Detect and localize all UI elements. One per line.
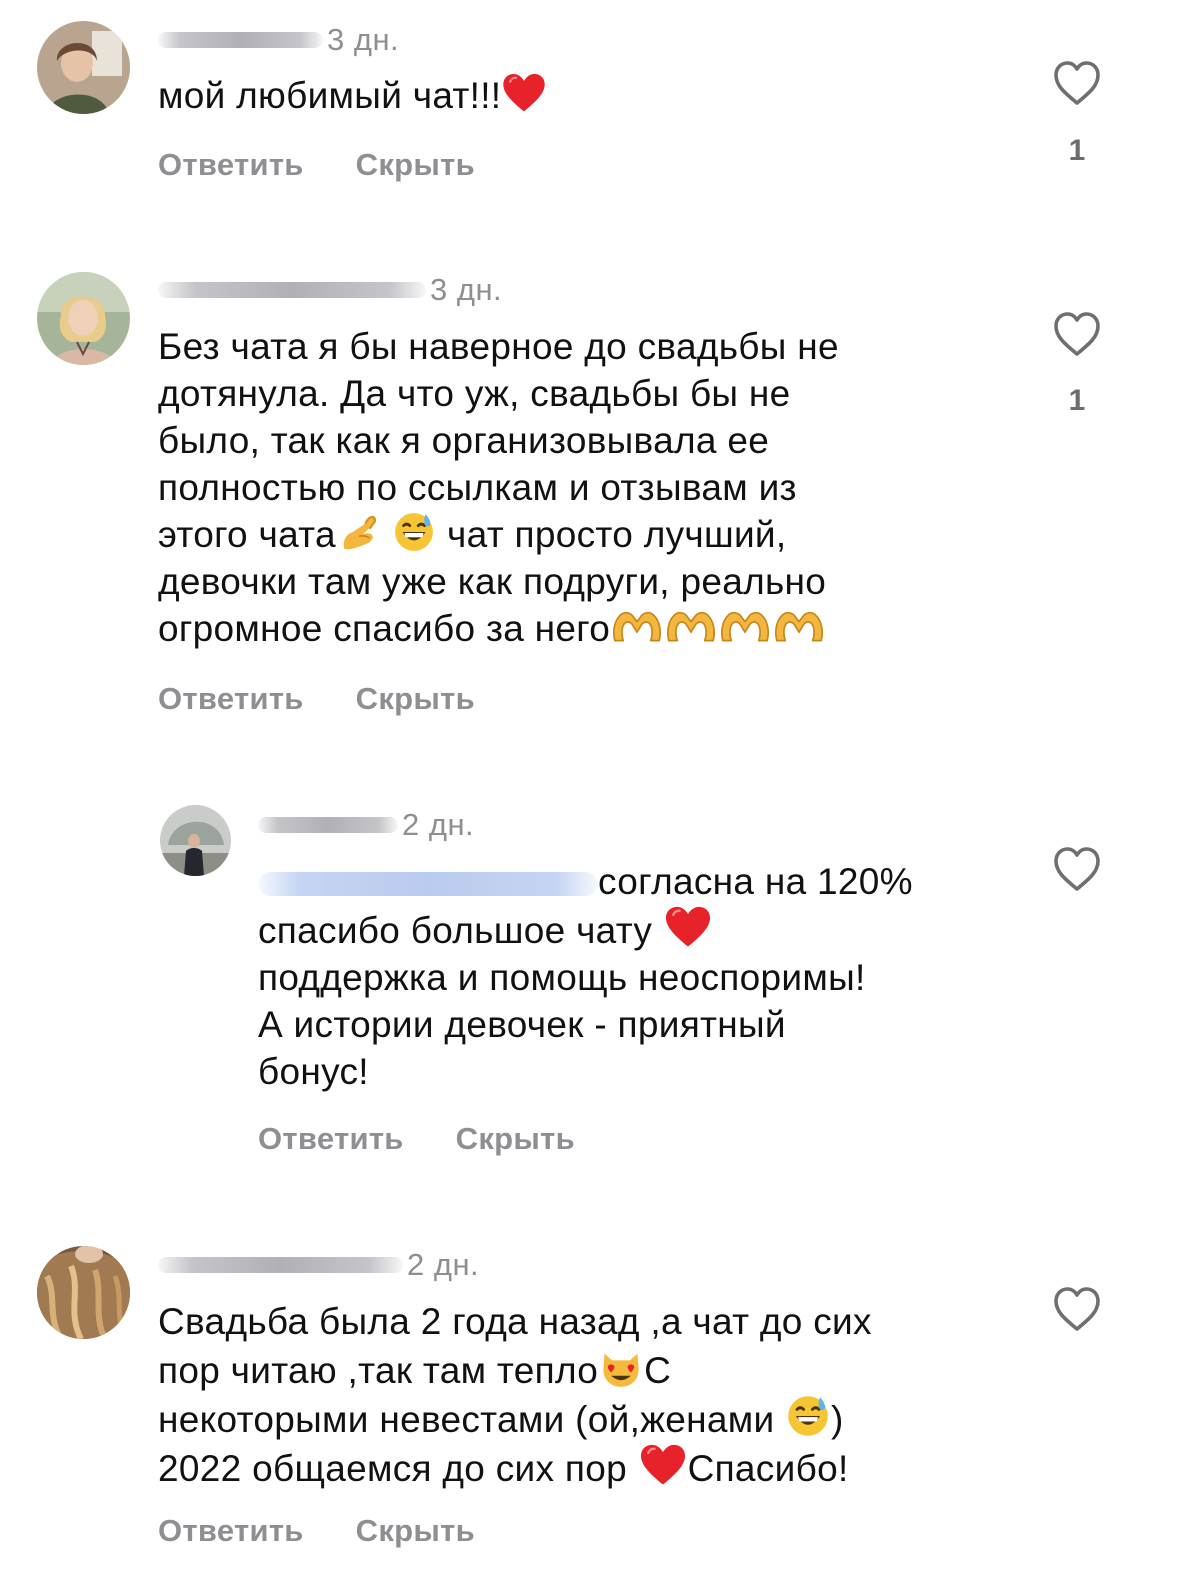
comment-text: мой любимый чат!!!	[158, 72, 547, 119]
comment-text-line: Без чата я бы наверное до свадьбы не	[158, 326, 839, 367]
heart-hands-icon	[664, 609, 718, 647]
comment-actions: Ответить Скрыть	[258, 1121, 575, 1157]
like-heart-icon[interactable]	[1052, 1285, 1102, 1333]
like-heart-icon[interactable]	[1052, 845, 1102, 893]
comment-text-part: пор читаю ,так там тепло	[158, 1350, 599, 1391]
heart-hands-icon	[718, 609, 772, 647]
avatar-photo	[160, 805, 231, 876]
comment-meta: 3 дн.	[158, 270, 502, 310]
comment-text-line: Свадьба была 2 года назад ,а чат до сих	[158, 1301, 872, 1342]
comment-text-part: чат просто лучший,	[436, 514, 787, 555]
comment-meta: 2 дн.	[258, 805, 474, 845]
comment-text-line: полностью по ссылкам и отзывам из	[158, 467, 797, 508]
comment-text: Без чата я бы наверное до свадьбы не дот…	[158, 323, 839, 652]
hide-button[interactable]: Скрыть	[356, 1513, 475, 1549]
avatar[interactable]	[37, 272, 130, 365]
comment-meta: 3 дн.	[158, 20, 399, 60]
red-heart-icon	[663, 905, 713, 949]
comment-text-part: Спасибо!	[687, 1448, 849, 1489]
red-heart-icon	[638, 1443, 688, 1487]
comment-text-part: этого чата	[158, 514, 336, 555]
comment-text-line: мой любимый чат!!!	[158, 75, 502, 116]
comment-text-line: согласна на 120%	[258, 858, 913, 905]
like-count: 1	[1068, 134, 1086, 167]
avatar-photo	[37, 21, 130, 114]
timestamp: 3 дн.	[327, 22, 400, 57]
comment-text-part: С	[644, 1350, 672, 1391]
like-heart-icon[interactable]	[1052, 59, 1102, 107]
comment-text-line: дотянула. Да что уж, свадьбы бы не	[158, 373, 791, 414]
grinning-sweat-icon	[785, 1394, 831, 1438]
comment-text-line: спасибо большое чату	[258, 905, 913, 954]
heart-hands-icon	[610, 609, 664, 647]
comment-text: Свадьба была 2 года назад ,а чат до сих …	[158, 1298, 872, 1492]
hide-button[interactable]: Скрыть	[456, 1121, 575, 1157]
comment-text-line: 2022 общаемся до сих пор Спасибо!	[158, 1443, 872, 1492]
comment-text-line: было, так как я организовывала ее	[158, 420, 770, 461]
grinning-sweat-icon	[392, 511, 436, 553]
avatar-photo	[37, 1246, 130, 1339]
comment-text-line: некоторыми невестами (ой,женами )	[158, 1394, 872, 1443]
reply-button[interactable]: Ответить	[158, 1513, 304, 1549]
comment-text-line: этого чата чат просто лучший,	[158, 511, 839, 558]
comment-text-line: А истории девочек - приятный	[258, 1004, 786, 1045]
comment-meta: 2 дн.	[158, 1245, 479, 1285]
avatar[interactable]	[160, 805, 231, 876]
comment-text-part: некоторыми невестами (ой,женами	[158, 1399, 786, 1440]
comment-text-line: девочки там уже как подруги, реально	[158, 561, 827, 602]
comment-text-part: огромное спасибо за него	[158, 608, 611, 649]
comment-text-part: )	[831, 1399, 844, 1440]
comment-actions: Ответить Скрыть	[158, 681, 475, 717]
reply-button[interactable]: Ответить	[158, 147, 304, 183]
comment-text: согласна на 120% спасибо большое чату по…	[258, 858, 913, 1095]
comment-text-line: огромное спасибо за него	[158, 605, 839, 652]
hide-button[interactable]: Скрыть	[356, 681, 475, 717]
username-redacted[interactable]	[158, 32, 323, 48]
timestamp: 2 дн.	[402, 807, 475, 842]
like-count: 1	[1068, 384, 1086, 417]
comment-actions: Ответить Скрыть	[158, 147, 475, 183]
timestamp: 3 дн.	[430, 272, 503, 307]
mention-redacted[interactable]	[258, 872, 598, 896]
reply-button[interactable]: Ответить	[158, 681, 304, 717]
comment-text-part: согласна на 120%	[598, 861, 913, 902]
avatar[interactable]	[37, 1246, 130, 1339]
comment-text-line: пор читаю ,так там тепло С	[158, 1345, 872, 1394]
username-redacted[interactable]	[158, 282, 426, 298]
like-heart-icon[interactable]	[1052, 310, 1102, 358]
comment-text-line: бонус!	[258, 1051, 369, 1092]
hide-button[interactable]: Скрыть	[356, 147, 475, 183]
avatar[interactable]	[37, 21, 130, 114]
red-heart-icon	[501, 72, 547, 114]
avatar-photo	[37, 272, 130, 365]
username-redacted[interactable]	[258, 817, 398, 833]
comment-text-line: поддержка и помощь неоспоримы!	[258, 957, 866, 998]
heart-hands-icon	[772, 609, 826, 647]
comment-text-part: 2022 общаемся до сих пор	[158, 1448, 638, 1489]
heart-eyes-cat-icon	[598, 1345, 644, 1389]
comment-actions: Ответить Скрыть	[158, 1513, 475, 1549]
pinching-hand-icon	[336, 511, 382, 553]
comment-text-part: спасибо большое чату	[258, 910, 663, 951]
timestamp: 2 дн.	[407, 1247, 480, 1282]
username-redacted[interactable]	[158, 1257, 403, 1273]
reply-button[interactable]: Ответить	[258, 1121, 404, 1157]
